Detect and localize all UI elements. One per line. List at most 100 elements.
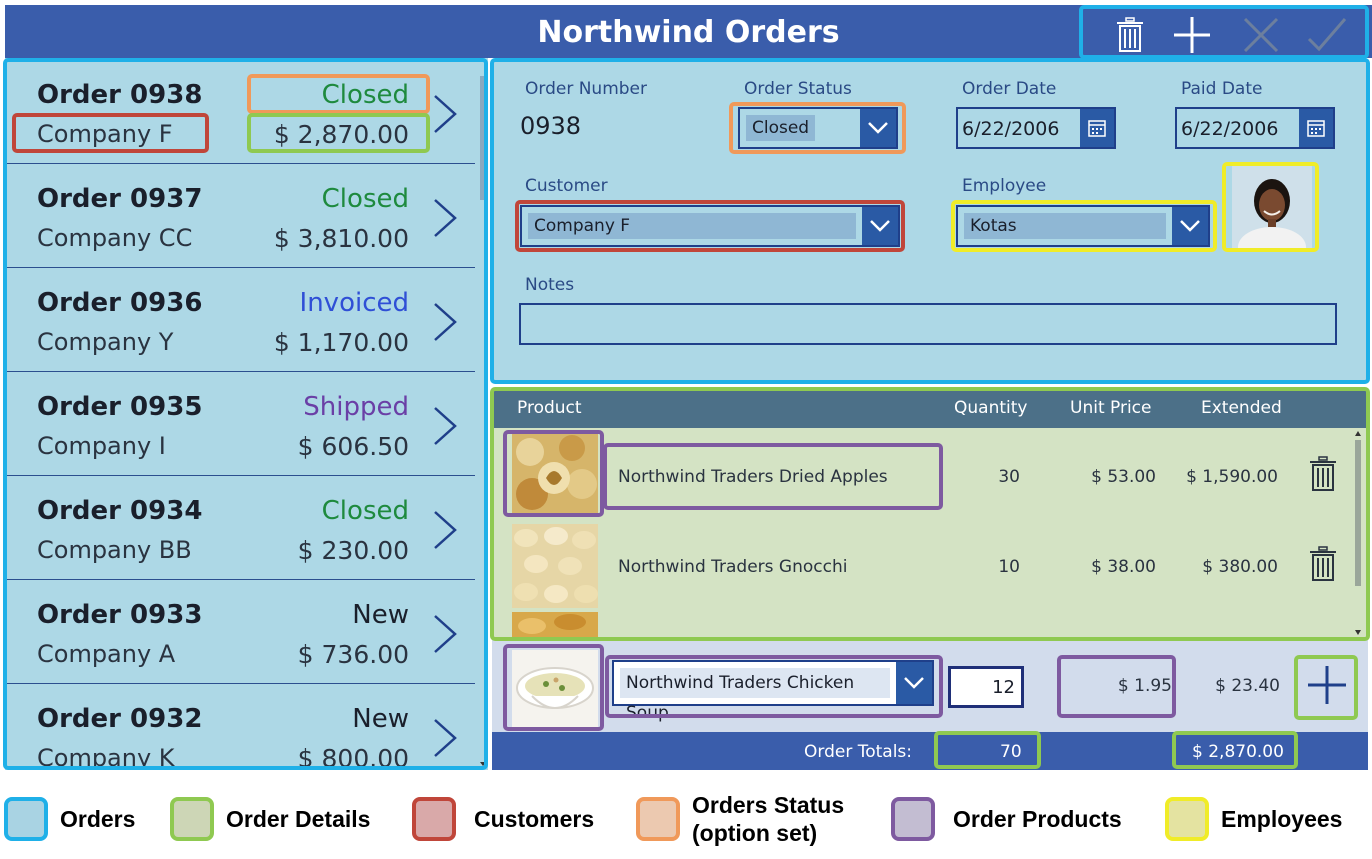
- order-number-value: 0938: [520, 112, 582, 140]
- legend-swatch: [170, 797, 214, 841]
- product-name: Northwind Traders Dried Apples: [618, 467, 888, 487]
- new-order-line: Northwind Traders Chicken Soup 12 $ 1.95…: [492, 640, 1368, 732]
- extended-column-header: Extended: [1201, 398, 1282, 418]
- notes-input[interactable]: [519, 303, 1337, 345]
- order-list-item[interactable]: Order 0938 Company F Closed $ 2,870.00: [5, 60, 475, 164]
- order-list-item[interactable]: Order 0936 Company Y Invoiced $ 1,170.00: [5, 268, 475, 372]
- customer-dropdown[interactable]: Company F: [520, 205, 900, 247]
- order-total: $ 230.00: [297, 536, 409, 565]
- employee-dropdown[interactable]: Kotas: [956, 205, 1210, 247]
- legend-swatch: [1165, 797, 1209, 841]
- order-list-item[interactable]: Order 0937 Company CC Closed $ 3,810.00: [5, 164, 475, 268]
- order-title: Order 0935: [37, 392, 203, 422]
- order-company: Company K: [37, 744, 175, 770]
- order-company: Company CC: [37, 224, 193, 252]
- chevron-down-icon: [868, 122, 888, 134]
- employee-photo: [1232, 165, 1312, 248]
- total-quantity: 70: [1000, 742, 1022, 762]
- delete-order-button[interactable]: [1108, 13, 1152, 57]
- add-order-button[interactable]: [1170, 13, 1214, 57]
- order-list-item[interactable]: Order 0933 Company A New $ 736.00: [5, 580, 475, 684]
- legend-label: Order Details: [226, 806, 371, 832]
- trash-icon[interactable]: [1308, 456, 1338, 492]
- new-unit-price: $ 1.95: [1117, 676, 1172, 696]
- order-list-item[interactable]: Order 0932 Company K New $ 800.00: [5, 684, 475, 770]
- chevron-right-icon[interactable]: [429, 300, 461, 344]
- order-status-dropdown-value: Closed: [746, 115, 816, 141]
- legend-swatch: [891, 797, 935, 841]
- order-totals-label: Order Totals:: [804, 742, 913, 762]
- chevron-right-icon[interactable]: [429, 612, 461, 656]
- product-image: [512, 612, 598, 640]
- header-bar: Northwind Orders: [5, 5, 1372, 58]
- dropdown-button[interactable]: [862, 207, 898, 245]
- chevron-right-icon[interactable]: [429, 92, 461, 136]
- cancel-icon: [1243, 17, 1279, 53]
- add-icon: [1174, 17, 1210, 53]
- order-total: $ 606.50: [297, 432, 409, 461]
- legend-swatch: [4, 797, 48, 841]
- add-icon: [1308, 666, 1346, 704]
- employee-avatar-image: [1232, 165, 1312, 248]
- legend-label: Orders: [60, 806, 136, 832]
- order-total: $ 2,870.00: [273, 120, 409, 149]
- dropdown-button[interactable]: [860, 109, 896, 147]
- orders-scrollbar[interactable]: [479, 72, 487, 768]
- order-totals-bar: Order Totals: 70 $ 2,870.00: [492, 732, 1368, 770]
- order-status: Invoiced: [299, 288, 409, 318]
- new-quantity-input[interactable]: 12: [948, 666, 1024, 708]
- chevron-right-icon[interactable]: [429, 404, 461, 448]
- order-status-dropdown[interactable]: Closed: [738, 107, 898, 149]
- unit-price-value: $ 38.00: [1091, 557, 1156, 577]
- unit-price-column-header: Unit Price: [1070, 398, 1152, 418]
- order-status: New: [352, 600, 409, 630]
- app-title: Northwind Orders: [537, 15, 840, 50]
- chevron-right-icon[interactable]: [429, 716, 461, 760]
- order-company: Company A: [37, 640, 176, 668]
- new-product-dropdown[interactable]: Northwind Traders Chicken Soup: [612, 660, 934, 723]
- order-date-picker[interactable]: 6/22/2006: [956, 107, 1116, 149]
- dropdown-button[interactable]: [896, 662, 932, 704]
- order-list-item[interactable]: Order 0934 Company BB Closed $ 230.00: [5, 476, 475, 580]
- employee-label: Employee: [962, 176, 1047, 196]
- calendar-button[interactable]: [1299, 109, 1333, 147]
- paid-date-value: 6/22/2006: [1181, 118, 1279, 140]
- orders-gallery: Order 0938 Company F Closed $ 2,870.00 O…: [5, 58, 488, 770]
- calendar-icon: [1307, 120, 1325, 137]
- save-button[interactable]: [1305, 13, 1349, 57]
- product-image: [512, 434, 598, 516]
- dropdown-button[interactable]: [1172, 207, 1208, 245]
- details-header: Product Quantity Unit Price Extended: [492, 388, 1368, 428]
- legend-item-employees: Employees: [1165, 797, 1342, 841]
- trash-icon[interactable]: [1308, 546, 1338, 582]
- order-status: Closed: [321, 184, 409, 214]
- legend-item-order-status: Orders Status (option set): [636, 792, 844, 846]
- order-company: Company I: [37, 432, 166, 460]
- order-company: Company F: [37, 120, 173, 148]
- order-status: Shipped: [303, 392, 409, 422]
- paid-date-picker[interactable]: 6/22/2006: [1175, 107, 1335, 149]
- unit-price-value: $ 53.00: [1091, 467, 1156, 487]
- new-product-dropdown-value: Northwind Traders Chicken Soup: [620, 668, 890, 723]
- chevron-right-icon[interactable]: [429, 508, 461, 552]
- extended-value: $ 380.00: [1202, 557, 1278, 577]
- new-extended: $ 23.40: [1215, 676, 1280, 696]
- legend-item-order-products: Order Products: [891, 797, 1122, 841]
- chevron-down-icon: [870, 220, 890, 232]
- cancel-button[interactable]: [1239, 13, 1283, 57]
- product-name: Northwind Traders Gnocchi: [618, 557, 848, 577]
- add-line-button[interactable]: [1304, 662, 1350, 708]
- calendar-button[interactable]: [1080, 109, 1114, 147]
- order-form: Order Number 0938 Order Status Closed Or…: [492, 60, 1368, 382]
- chevron-down-icon: [1180, 220, 1200, 232]
- details-scrollbar[interactable]: [1354, 428, 1362, 638]
- legend-item-orders: Orders: [4, 797, 135, 841]
- order-list-item[interactable]: Order 0935 Company I Shipped $ 606.50: [5, 372, 475, 476]
- order-title: Order 0937: [37, 184, 203, 214]
- trash-icon: [1117, 17, 1143, 52]
- product-column-header: Product: [517, 398, 582, 418]
- customer-dropdown-value: Company F: [528, 213, 856, 239]
- chevron-right-icon[interactable]: [429, 196, 461, 240]
- chevron-down-icon: [904, 677, 924, 689]
- quantity-column-header: Quantity: [954, 398, 1028, 418]
